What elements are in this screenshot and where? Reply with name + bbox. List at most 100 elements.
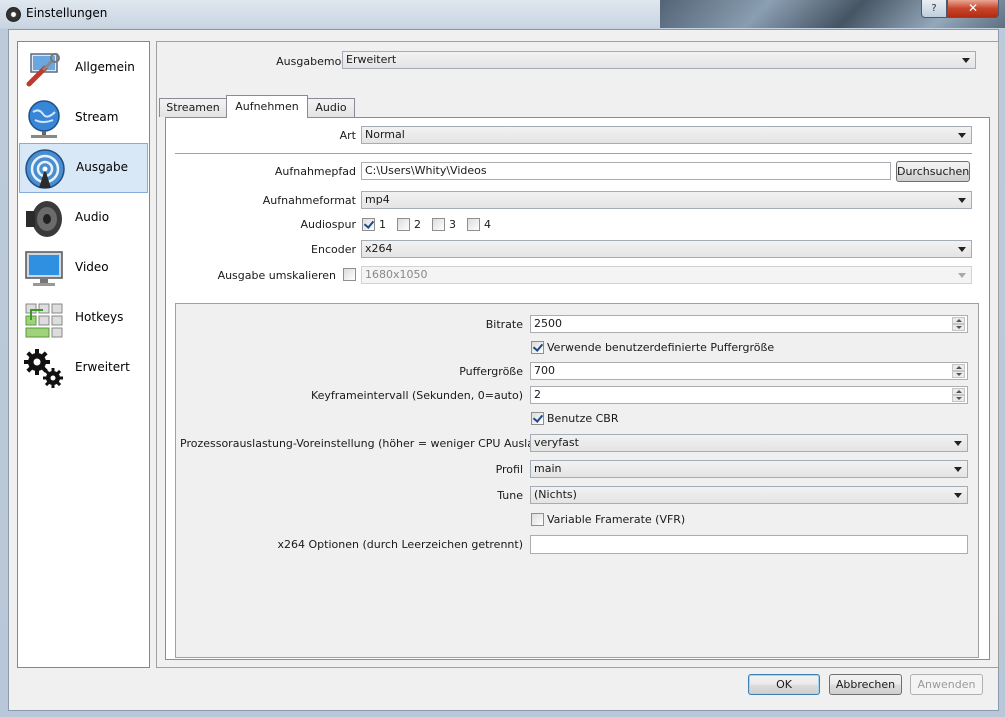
close-button[interactable]: ✕ <box>947 0 999 18</box>
spin-buttons[interactable] <box>952 388 966 402</box>
chevron-down-icon <box>958 247 966 252</box>
settings-window: Einstellungen ? ✕ Allgemein Stream Ausga… <box>0 0 1005 717</box>
spin-buttons[interactable] <box>952 317 966 331</box>
browse-button[interactable]: Durchsuchen <box>896 161 970 182</box>
cancel-button[interactable]: Abbrechen <box>829 674 902 695</box>
spin-up-icon[interactable] <box>952 364 965 371</box>
sidebar-item-audio[interactable]: Audio <box>19 194 148 242</box>
keyframe-interval-spinbox[interactable]: 2 <box>530 386 968 404</box>
spin-up-icon[interactable] <box>952 388 965 395</box>
x264-options-input[interactable] <box>530 535 968 554</box>
output-mode-value: Erweitert <box>346 53 397 66</box>
chevron-down-icon <box>962 58 970 63</box>
encoder-value: x264 <box>365 242 393 255</box>
keyboard-icon <box>25 303 63 338</box>
audiotrack-1-checkbox[interactable] <box>362 218 375 231</box>
encoder-settings-group: Bitrate 2500 Verwende benutzerdefinierte… <box>175 303 979 658</box>
sidebar-item-erweitert[interactable]: Erweitert <box>19 344 148 392</box>
sidebar-item-label: Ausgabe <box>76 160 129 174</box>
profile-select[interactable]: main <box>530 460 968 478</box>
separator <box>175 153 972 154</box>
recording-format-select[interactable]: mp4 <box>361 191 972 209</box>
wrench-screwdriver-icon <box>26 53 60 87</box>
recording-type-value: Normal <box>365 128 405 141</box>
profile-label: Profil <box>495 463 523 476</box>
obs-app-icon <box>6 7 21 22</box>
chevron-down-icon <box>954 441 962 446</box>
cpu-preset-label: Prozessorauslastung-Voreinstellung (höhe… <box>180 437 570 450</box>
tab-panel-aufnehmen: Art Normal Aufnahmepfad C:\Users\Whity\V… <box>165 117 990 660</box>
cpu-preset-select[interactable]: veryfast <box>530 434 968 452</box>
title-bar[interactable]: Einstellungen ? ✕ <box>0 0 1005 28</box>
sidebar-item-allgemein[interactable]: Allgemein <box>19 44 148 92</box>
sidebar-item-video[interactable]: Video <box>19 244 148 292</box>
encoder-select[interactable]: x264 <box>361 240 972 258</box>
encoder-label: Encoder <box>311 243 356 256</box>
help-button[interactable]: ? <box>921 0 947 18</box>
keyframe-interval-value: 2 <box>534 388 541 401</box>
broadcast-antenna-icon <box>25 149 65 189</box>
rescale-resolution-select: 1680x1050 <box>361 266 972 284</box>
sidebar-item-label: Audio <box>75 210 110 224</box>
use-cbr-checkbox[interactable] <box>531 412 544 425</box>
settings-content: Ausgabemodus Erweitert Streamen Aufnehme… <box>156 41 999 668</box>
audiotrack-4-checkbox[interactable] <box>467 218 480 231</box>
audiotrack-label: Audiospur <box>300 218 356 231</box>
cpu-preset-value: veryfast <box>534 436 579 449</box>
custom-buffer-checkbox[interactable] <box>531 341 544 354</box>
audiotrack-4-label: 4 <box>484 218 491 231</box>
globe-network-icon <box>28 100 60 138</box>
sidebar-item-ausgabe[interactable]: Ausgabe <box>19 143 148 193</box>
chevron-down-icon <box>954 467 962 472</box>
recording-path-input[interactable]: C:\Users\Whity\Videos <box>361 162 891 180</box>
spin-up-icon[interactable] <box>952 317 965 324</box>
vfr-label: Variable Framerate (VFR) <box>547 513 686 526</box>
tab-streamen[interactable]: Streamen <box>159 98 227 117</box>
recording-type-select[interactable]: Normal <box>361 126 972 144</box>
sidebar-item-label: Stream <box>75 110 119 124</box>
vfr-checkbox[interactable] <box>531 513 544 526</box>
audiotrack-3-label: 3 <box>449 218 456 231</box>
tab-aufnehmen[interactable]: Aufnehmen <box>226 95 308 118</box>
settings-category-list[interactable]: Allgemein Stream Ausgabe Audio Video Hot… <box>17 41 150 668</box>
bitrate-label: Bitrate <box>485 318 523 331</box>
chevron-down-icon <box>954 493 962 498</box>
dialog-client: Allgemein Stream Ausgabe Audio Video Hot… <box>8 29 999 711</box>
buffer-size-value: 700 <box>534 364 555 377</box>
apply-button: Anwenden <box>910 674 983 695</box>
tune-select[interactable]: (Nichts) <box>530 486 968 504</box>
monitor-icon <box>25 251 63 286</box>
custom-buffer-label: Verwende benutzerdefinierte Puffergröße <box>547 341 775 354</box>
output-mode-select[interactable]: Erweitert <box>342 51 976 69</box>
buffer-size-label: Puffergröße <box>459 365 523 378</box>
recording-format-value: mp4 <box>365 193 390 206</box>
ok-button[interactable]: OK <box>748 674 820 695</box>
buffer-size-spinbox[interactable]: 700 <box>530 362 968 380</box>
tab-audio[interactable]: Audio <box>307 98 355 117</box>
x264-options-label: x264 Optionen (durch Leerzeichen getrenn… <box>277 538 524 551</box>
spin-down-icon[interactable] <box>952 395 965 402</box>
rescale-resolution-value: 1680x1050 <box>365 268 428 281</box>
use-cbr-label: Benutze CBR <box>547 412 619 425</box>
sidebar-item-label: Hotkeys <box>75 310 124 324</box>
audiotrack-3-checkbox[interactable] <box>432 218 445 231</box>
spin-buttons[interactable] <box>952 364 966 378</box>
output-mode-label: Ausgabemodus <box>276 55 361 68</box>
tune-value: (Nichts) <box>534 488 577 501</box>
spin-down-icon[interactable] <box>952 371 965 378</box>
audiotrack-1-label: 1 <box>379 218 386 231</box>
sidebar-item-label: Allgemein <box>75 60 135 74</box>
rescale-output-label: Ausgabe umskalieren <box>217 269 336 282</box>
chevron-down-icon <box>958 198 966 203</box>
sidebar-item-stream[interactable]: Stream <box>19 94 148 142</box>
bitrate-spinbox[interactable]: 2500 <box>530 315 968 333</box>
rescale-output-checkbox[interactable] <box>343 268 356 281</box>
spin-down-icon[interactable] <box>952 324 965 331</box>
sidebar-item-label: Erweitert <box>75 360 130 374</box>
chevron-down-icon <box>958 273 966 278</box>
sidebar-item-hotkeys[interactable]: Hotkeys <box>19 294 148 342</box>
sidebar-item-label: Video <box>75 260 109 274</box>
bitrate-value: 2500 <box>534 317 562 330</box>
audiotrack-2-label: 2 <box>414 218 421 231</box>
audiotrack-2-checkbox[interactable] <box>397 218 410 231</box>
